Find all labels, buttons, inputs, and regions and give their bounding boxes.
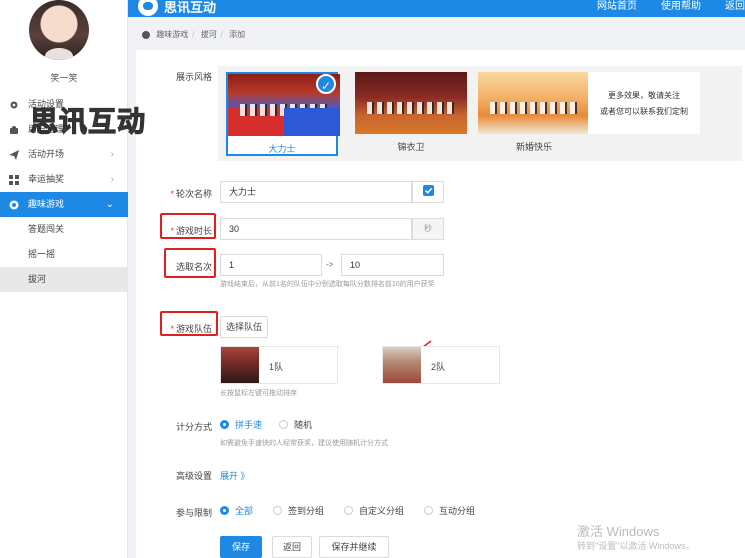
rank-hint: 游戏结束后，从前1名的队伍中分别选取每队分数排名前10的用户获奖 xyxy=(220,281,435,288)
sidebar-item-activity-opening[interactable]: 活动开场 › xyxy=(0,142,128,167)
sidebar-item-fun-games[interactable]: 趣味游戏 ⌄ xyxy=(0,192,128,217)
nav-help-link[interactable]: 使用帮助 xyxy=(661,0,701,12)
style-caption: 大力士 xyxy=(268,144,296,154)
more-text: 更多效果，敬请关注 xyxy=(608,91,680,100)
duration-input[interactable]: 30 xyxy=(220,218,412,240)
chevron-right-icon: › xyxy=(110,149,114,160)
radio-checked-icon xyxy=(220,420,229,429)
brand-watermark: 思讯互动 xyxy=(29,104,147,138)
sidebar-subitem-shake[interactable]: 摇一摇 xyxy=(0,242,128,267)
more-text: 或者您可以联系我们定制 xyxy=(600,107,688,116)
style-card-strongman[interactable]: ✓ 大力士 xyxy=(226,72,340,156)
top-nav: 网站首页 使用帮助 返回 xyxy=(597,0,745,12)
sidebar-item-label: 趣味游戏 xyxy=(28,199,65,209)
team-card-1[interactable]: 1队 xyxy=(220,346,338,384)
style-caption: 锦衣卫 xyxy=(397,142,425,152)
limit-option-signin-group[interactable]: 签到分组 xyxy=(273,505,324,517)
limit-option-interactive-group[interactable]: 互动分组 xyxy=(424,505,475,517)
round-name-label: * 轮次名称 xyxy=(170,189,212,199)
breadcrumb-item[interactable]: 拔河 xyxy=(201,30,217,39)
score-option-speed[interactable]: 拼手速 xyxy=(220,419,262,431)
limit-label: 参与限制 xyxy=(175,508,212,518)
select-team-button[interactable]: 选择队伍 xyxy=(220,316,268,338)
style-card-wedding[interactable]: 新婚快乐 xyxy=(478,72,590,156)
windows-activation-watermark: 激活 Windows 转到"设置"以激活 Windows。 xyxy=(577,525,694,553)
radio-icon xyxy=(273,506,282,515)
breadcrumb-item[interactable]: 趣味游戏 xyxy=(156,30,188,39)
round-name-toggle[interactable] xyxy=(412,181,444,203)
limit-option-all[interactable]: 全部 xyxy=(220,505,253,517)
team-card-2[interactable]: 2队 xyxy=(382,346,500,384)
game-icon xyxy=(9,200,19,210)
advanced-expand-link[interactable]: 展开 》 xyxy=(220,469,250,482)
main-content: 展示风格 ✓ 大力士 锦衣卫 新婚快乐 更多效果，敬请关注 或者您可以联系我们定… xyxy=(136,50,745,558)
sidebar: 笑一笑 活动设置 用户管理 活动开场 › 幸运抽奖 › 趣味游戏 ⌄ 答题闯关 … xyxy=(0,0,128,558)
score-option-random[interactable]: 随机 xyxy=(279,419,312,431)
chevron-down-icon: ⌄ xyxy=(105,199,114,210)
highlight-box xyxy=(160,213,216,239)
more-effects-card: 更多效果，敬请关注 或者您可以联系我们定制 xyxy=(588,72,700,134)
avatar[interactable] xyxy=(29,0,89,60)
check-icon: ✓ xyxy=(316,74,336,94)
team-hint: 长按鼠标左键可拖动排序 xyxy=(220,390,297,397)
team-avatar xyxy=(383,347,421,383)
highlight-box xyxy=(164,248,216,278)
gear-icon xyxy=(10,101,18,109)
radio-icon xyxy=(279,420,288,429)
watermark-line: 激活 Windows xyxy=(577,524,660,539)
style-thumbnail xyxy=(478,72,590,134)
game-icon xyxy=(142,30,150,39)
limit-option-custom-group[interactable]: 自定义分组 xyxy=(344,505,404,517)
breadcrumb-item: 添加 xyxy=(229,30,246,39)
radio-icon xyxy=(424,506,433,515)
team-name: 2队 xyxy=(431,362,446,372)
checkbox-icon xyxy=(422,185,434,196)
radio-checked-icon xyxy=(220,506,229,515)
top-bar: 思讯互动 网站首页 使用帮助 返回 xyxy=(128,0,745,17)
advanced-label: 高级设置 xyxy=(175,471,212,481)
breadcrumb: 趣味游戏 / 拔河 / 添加 xyxy=(128,25,745,45)
rank-separator: -> xyxy=(326,260,334,269)
sidebar-item-label: 活动开场 xyxy=(28,149,65,159)
rank-to-input[interactable]: 10 xyxy=(341,254,444,276)
style-thumbnail xyxy=(355,72,467,134)
sidebar-subitem-quiz[interactable]: 答题闯关 xyxy=(0,217,128,242)
duration-unit: 秒 xyxy=(412,218,444,240)
sidebar-item-label: 幸运抽奖 xyxy=(28,174,65,184)
style-card-guard[interactable]: 锦衣卫 xyxy=(355,72,467,156)
highlight-box xyxy=(160,311,218,336)
sidebar-subitem-tug-of-war[interactable]: 拔河 xyxy=(0,267,128,292)
back-button[interactable]: 返回 xyxy=(272,536,312,558)
save-button[interactable]: 保存 xyxy=(220,536,262,558)
style-label: 展示风格 xyxy=(175,72,212,82)
grid-icon xyxy=(9,175,19,185)
nav-back-link[interactable]: 返回 xyxy=(725,0,745,12)
style-caption: 新婚快乐 xyxy=(515,142,552,152)
send-icon xyxy=(9,150,19,160)
radio-icon xyxy=(344,506,353,515)
brand-title: 思讯互动 xyxy=(164,0,217,15)
sidebar-item-lucky-draw[interactable]: 幸运抽奖 › xyxy=(0,167,128,192)
score-hint: 如需避免手速快的人经常获奖，建议使用随机计分方式 xyxy=(220,440,388,447)
score-label: 计分方式 xyxy=(175,422,212,432)
logo-icon xyxy=(138,0,158,16)
team-avatar xyxy=(221,347,259,383)
style-panel: ✓ 大力士 锦衣卫 新婚快乐 更多效果，敬请关注 或者您可以联系我们定制 xyxy=(218,66,742,161)
save-continue-button[interactable]: 保存并继续 xyxy=(319,536,389,558)
nav-home-link[interactable]: 网站首页 xyxy=(597,0,637,12)
watermark-line: 转到"设置"以激活 Windows。 xyxy=(577,541,695,551)
chevron-right-icon: › xyxy=(110,174,114,185)
team-name: 1队 xyxy=(269,362,284,372)
rank-from-input[interactable]: 1 xyxy=(220,254,322,276)
round-name-input[interactable]: 大力士 xyxy=(220,181,412,203)
username: 笑一笑 xyxy=(50,73,78,83)
user-icon xyxy=(10,126,18,134)
